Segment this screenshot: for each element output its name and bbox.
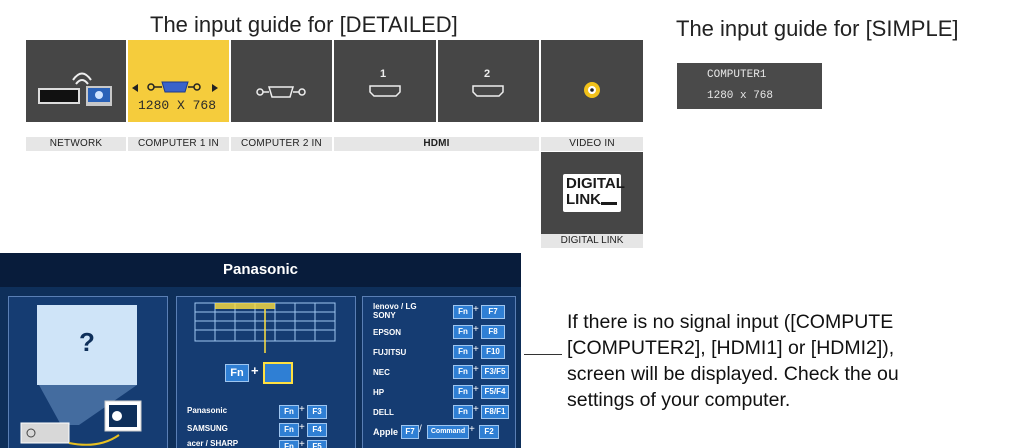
brand-acer: acer / SHARP TOSHIBA: [187, 439, 238, 448]
video-tile[interactable]: [541, 40, 643, 122]
brand-panasonic: Panasonic: [187, 406, 228, 415]
keyboard-icon: [194, 302, 336, 353]
key-acer: F5: [307, 440, 327, 448]
network-label: NETWORK: [26, 137, 126, 151]
hdmi-label: HDMI: [334, 137, 539, 151]
simple-input-guide: COMPUTER1 1280 x 768: [677, 63, 822, 109]
computer2-tile[interactable]: [231, 40, 332, 122]
computer1-resolution: 1280 X 768: [138, 98, 217, 113]
simple-guide-heading: The input guide for [SIMPLE]: [676, 16, 959, 41]
fn-key-large: Fn: [225, 364, 249, 382]
rca-jack-icon: [584, 82, 600, 98]
digital-link-label: DIGITAL LINK: [541, 234, 643, 248]
digital-link-logo: DIGITAL LINK: [563, 174, 625, 212]
hdmi2-number: 2: [484, 68, 491, 80]
detailed-guide-heading: The input guide for [DETAILED]: [150, 12, 458, 37]
computer2-label: COMPUTER 2 IN: [231, 137, 332, 151]
hdmi2-tile[interactable]: 2: [438, 40, 539, 122]
brand-samsung: SAMSUNG: [187, 424, 228, 433]
digital-link-tile[interactable]: DIGITAL LINK: [541, 152, 643, 234]
callout-line: [524, 354, 562, 355]
hdmi-port-icon: [472, 85, 504, 97]
vga-connector-icon: [132, 81, 218, 93]
no-signal-guide-screen: Panasonic ? Fn + Panasonic Fn + F3 SAMSU…: [0, 253, 521, 448]
keyboard-panel: Fn + Panasonic Fn + F3 SAMSUNG Fn + F4 a…: [176, 296, 356, 448]
projector-icon: [20, 385, 142, 446]
vga-connector-icon: [256, 86, 306, 98]
brand-key-list: lenovo / LG SONY Fn + F7 EPSON Fn + F8 F…: [362, 296, 516, 448]
hdmi-port-icon: [369, 85, 401, 97]
key-panasonic: F3: [307, 405, 327, 419]
video-label: VIDEO IN: [541, 137, 643, 151]
brand-title: Panasonic: [0, 253, 521, 287]
projector-illustration: ?: [8, 296, 168, 448]
network-icon: [38, 72, 112, 106]
simple-input-name: COMPUTER1: [707, 69, 767, 81]
simple-resolution: 1280 x 768: [707, 90, 774, 102]
computer1-label: COMPUTER 1 IN: [128, 137, 229, 151]
hdmi1-tile[interactable]: 1: [334, 40, 436, 122]
no-signal-note: If there is no signal input ([COMPUTE [C…: [567, 311, 899, 411]
key-samsung: F4: [307, 423, 327, 437]
computer1-tile[interactable]: 1280 X 768: [128, 40, 229, 122]
display-switch-key: [263, 362, 293, 384]
hdmi1-number: 1: [380, 68, 387, 80]
network-tile: [26, 40, 126, 122]
